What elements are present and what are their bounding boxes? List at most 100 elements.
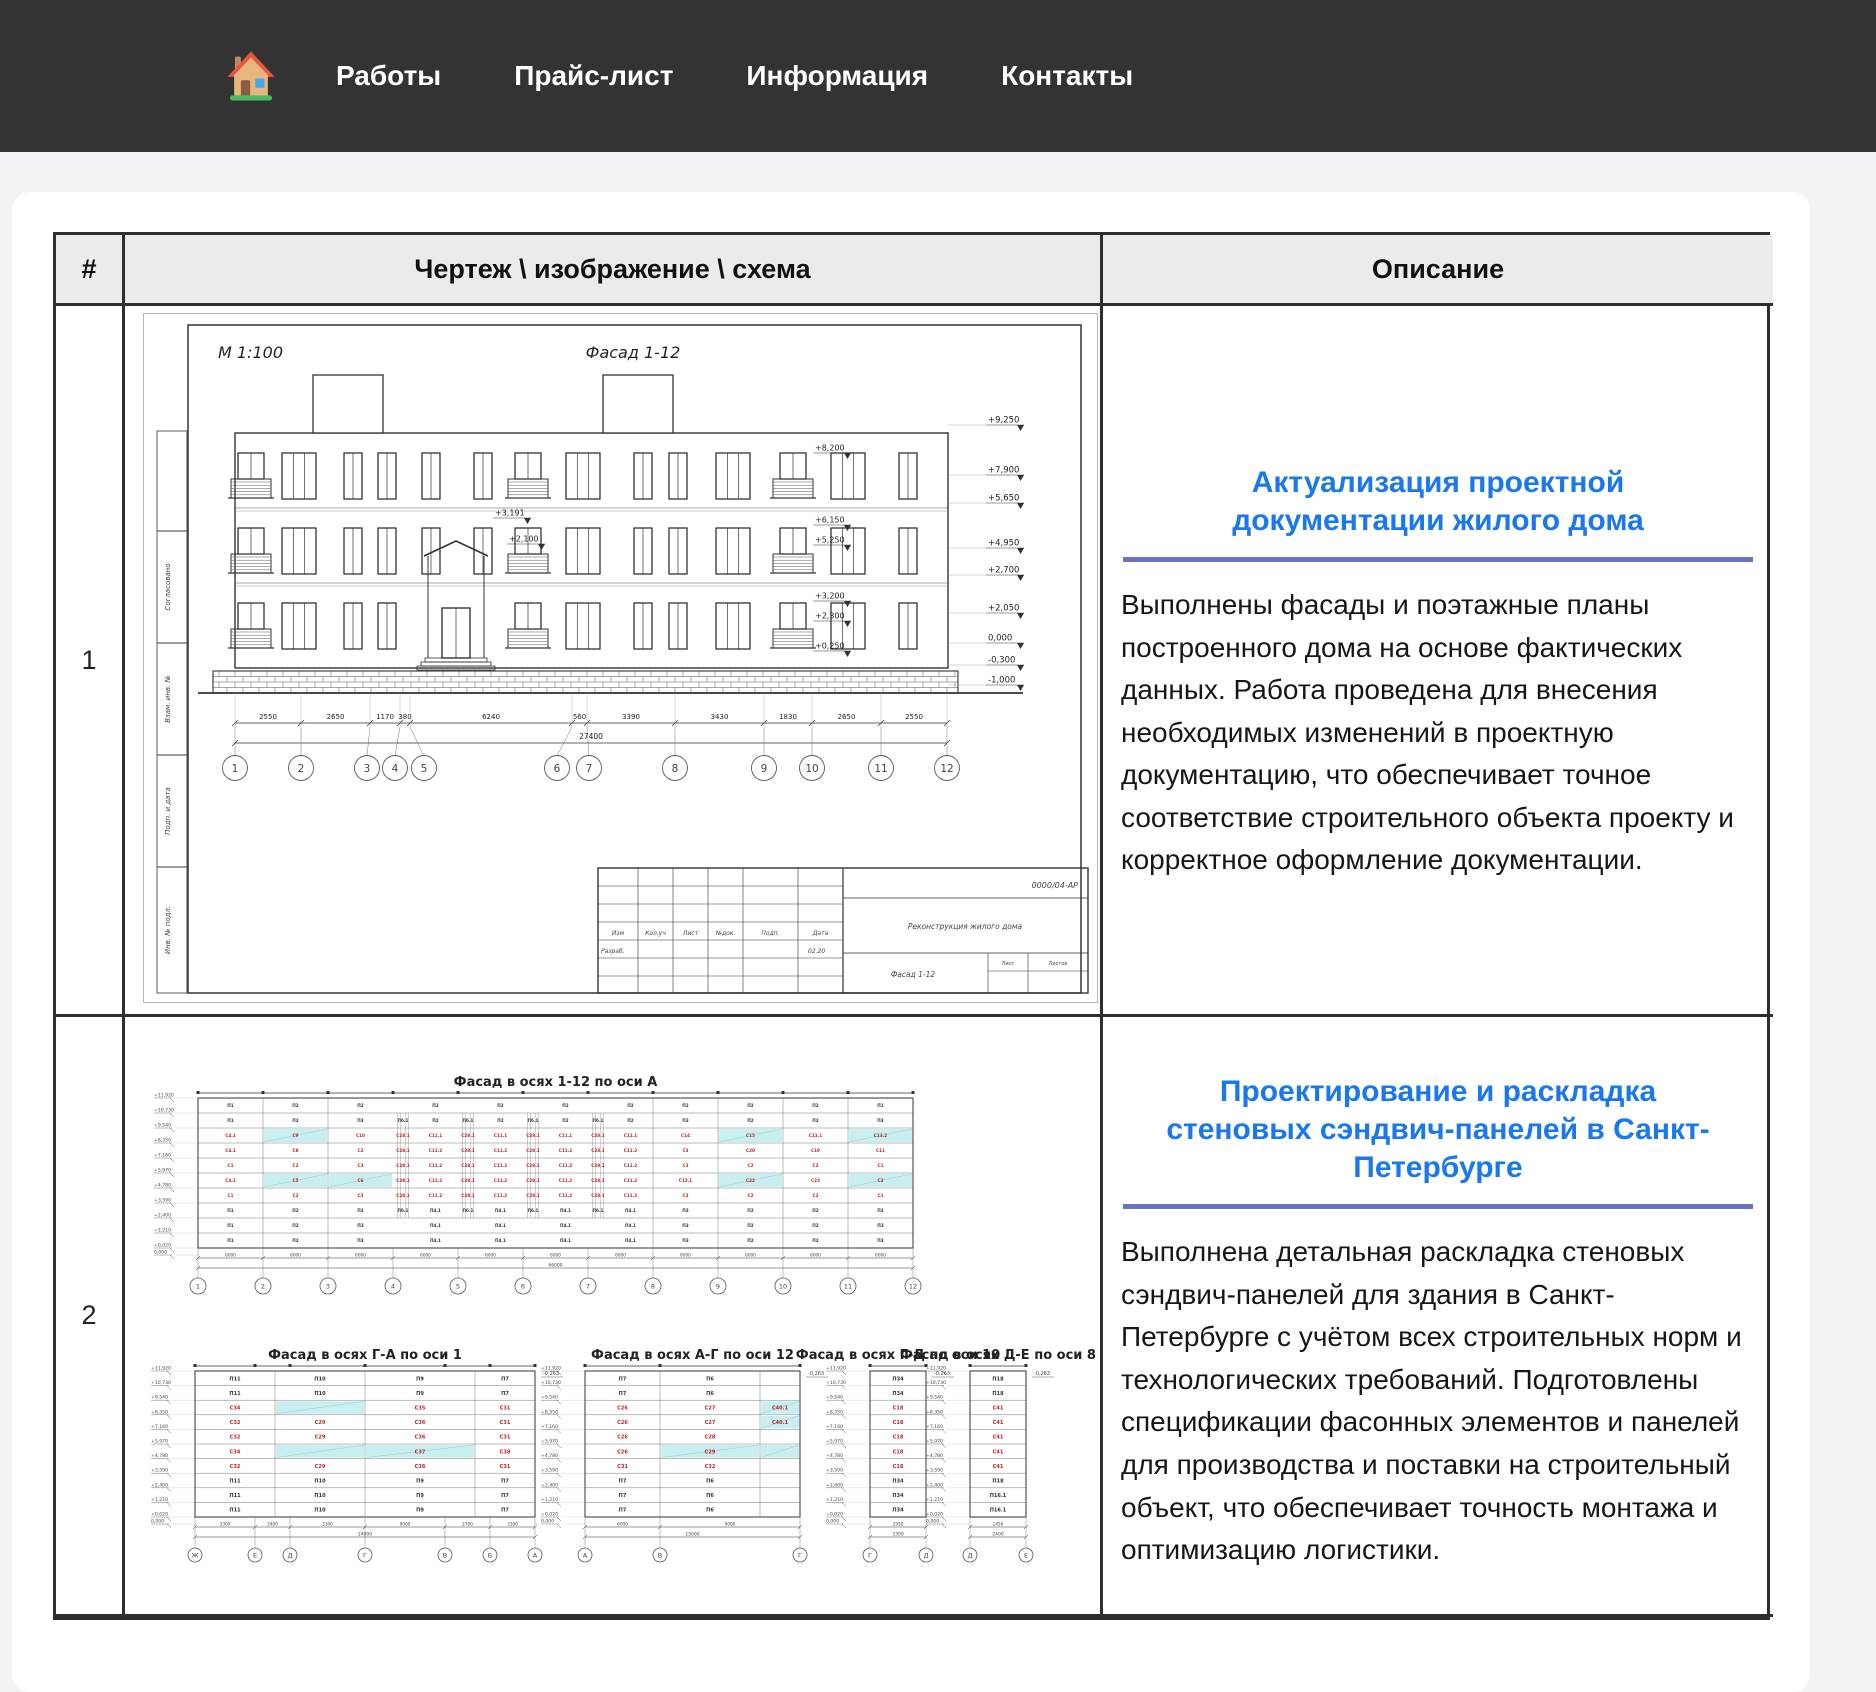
svg-text:Фасад в осях 1-12 по оси А: Фасад в осях 1-12 по оси А [454, 1075, 658, 1090]
svg-text:П3: П3 [877, 1118, 884, 1123]
svg-text:6000: 6000 [617, 1522, 628, 1527]
svg-text:П7: П7 [501, 1391, 509, 1397]
svg-text:2700: 2700 [462, 1522, 473, 1527]
svg-text:+11,920: +11,920 [154, 1093, 174, 1099]
svg-text:+1,210: +1,210 [151, 1497, 168, 1503]
svg-text:С28.1: С28.1 [591, 1133, 604, 1138]
svg-text:2: 2 [261, 1282, 265, 1290]
svg-text:П3: П3 [877, 1208, 884, 1213]
svg-text:С2: С2 [293, 1193, 299, 1198]
svg-text:6000: 6000 [355, 1253, 366, 1258]
svg-text:+1,210: +1,210 [154, 1228, 171, 1234]
svg-text:С27: С27 [705, 1406, 716, 1412]
svg-text:С4.1: С4.1 [225, 1148, 236, 1153]
svg-text:С32: С32 [230, 1420, 241, 1426]
svg-text:-0,263: -0,263 [934, 1371, 950, 1377]
svg-text:П2: П2 [747, 1223, 754, 1228]
content-card: # Чертеж \ изображение \ схема Описание … [12, 192, 1810, 1692]
row1-drawing-facade-sheet: СогласованоВзам. инв. №Подп. и датаИнв. … [125, 306, 1103, 1017]
svg-text:+10,730: +10,730 [826, 1380, 846, 1386]
svg-text:0,000: 0,000 [826, 1519, 839, 1525]
row1-description-body: Выполнены фасады и поэтажные планы постр… [1121, 584, 1755, 882]
svg-text:Е: Е [253, 1551, 257, 1559]
svg-text:П18: П18 [992, 1391, 1004, 1397]
svg-text:6000: 6000 [550, 1253, 561, 1258]
svg-text:-0,300: -0,300 [988, 656, 1015, 666]
svg-text:П9: П9 [416, 1391, 424, 1397]
svg-text:П2: П2 [357, 1103, 364, 1108]
svg-text:6000: 6000 [420, 1253, 431, 1258]
svg-text:+8,200: +8,200 [815, 444, 845, 453]
svg-text:+4,780: +4,780 [541, 1453, 558, 1459]
svg-text:Фасад в осях Г-А по оси 1: Фасад в осях Г-А по оси 1 [268, 1348, 462, 1363]
svg-text:+3,590: +3,590 [154, 1198, 171, 1204]
svg-text:П2: П2 [747, 1118, 754, 1123]
svg-text:П7: П7 [619, 1391, 627, 1397]
svg-text:1170: 1170 [376, 713, 394, 721]
svg-text:П2: П2 [562, 1118, 569, 1123]
svg-text:С2: С2 [293, 1163, 299, 1168]
svg-text:С28.1: С28.1 [461, 1163, 474, 1168]
svg-text:П1: П1 [227, 1238, 234, 1243]
home-icon[interactable] [224, 49, 278, 103]
svg-text:+7,160: +7,160 [154, 1153, 171, 1159]
svg-text:9000: 9000 [400, 1522, 411, 1527]
svg-text:С3: С3 [683, 1163, 689, 1168]
svg-text:П4.1: П4.1 [560, 1238, 571, 1243]
svg-text:П2: П2 [292, 1223, 299, 1228]
svg-text:+2,050: +2,050 [988, 604, 1019, 614]
svg-text:С11.2: С11.2 [429, 1163, 442, 1168]
svg-text:П10: П10 [314, 1479, 326, 1485]
svg-text:П6: П6 [706, 1508, 714, 1514]
svg-text:10: 10 [805, 763, 818, 775]
svg-text:+8,350: +8,350 [826, 1409, 843, 1415]
svg-text:П1: П1 [227, 1118, 234, 1123]
svg-text:П9: П9 [416, 1508, 424, 1514]
svg-text:П7: П7 [619, 1508, 627, 1514]
svg-text:+1,210: +1,210 [826, 1497, 843, 1503]
nav-link-contacts[interactable]: Контакты [1001, 60, 1133, 92]
svg-text:П6: П6 [706, 1493, 714, 1499]
row2-drawing-panel-layouts: Фасад в осях 1-12 по оси А +11,920 +10,730… [125, 1017, 1103, 1617]
svg-text:9000: 9000 [725, 1522, 736, 1527]
svg-text:Дата: Дата [812, 930, 829, 937]
svg-text:П9: П9 [416, 1479, 424, 1485]
nav-link-information[interactable]: Информация [746, 60, 928, 92]
svg-text:2650: 2650 [327, 713, 345, 721]
svg-text:С1: С1 [228, 1163, 234, 1168]
svg-text:П4.1: П4.1 [625, 1223, 636, 1228]
svg-text:С28.1: С28.1 [396, 1133, 409, 1138]
svg-text:Д: Д [923, 1551, 928, 1559]
svg-text:П7: П7 [501, 1508, 509, 1514]
svg-text:П11: П11 [229, 1376, 241, 1382]
svg-text:П3: П3 [682, 1223, 689, 1228]
svg-text:+7,160: +7,160 [926, 1424, 943, 1430]
svg-text:П34: П34 [892, 1479, 904, 1485]
svg-text:3390: 3390 [622, 713, 640, 721]
svg-text:2950: 2950 [893, 1522, 904, 1527]
svg-text:+8,350: +8,350 [154, 1138, 171, 1144]
svg-text:С11.1: С11.1 [559, 1133, 572, 1138]
nav-link-works[interactable]: Работы [336, 60, 441, 92]
svg-text:С11.1: С11.1 [429, 1133, 442, 1138]
svg-text:С29: С29 [315, 1435, 326, 1441]
svg-text:С11.2: С11.2 [494, 1148, 507, 1153]
col-header-description: Описание [1103, 235, 1773, 306]
top-navbar: Работы Прайс-лист Информация Контакты [0, 0, 1876, 152]
svg-text:П18: П18 [992, 1479, 1004, 1485]
svg-text:С11.2: С11.2 [429, 1178, 442, 1183]
svg-text:+5,970: +5,970 [926, 1439, 943, 1445]
svg-text:Инв. № подл.: Инв. № подл. [164, 906, 172, 954]
svg-text:П11: П11 [229, 1479, 241, 1485]
svg-text:С29: С29 [705, 1449, 716, 1455]
svg-text:5: 5 [421, 763, 428, 775]
svg-text:П7: П7 [501, 1376, 509, 1382]
svg-text:+2,100: +2,100 [509, 535, 539, 544]
svg-text:П3: П3 [357, 1238, 364, 1243]
svg-text:Д: Д [967, 1551, 972, 1559]
nav-link-pricelist[interactable]: Прайс-лист [514, 60, 673, 92]
row1-title-divider [1123, 557, 1753, 562]
svg-text:С1: С1 [228, 1193, 234, 1198]
row2-description-body: Выполнена детальная раскладка стеновых с… [1121, 1231, 1755, 1571]
works-table: # Чертеж \ изображение \ схема Описание … [53, 232, 1770, 1620]
